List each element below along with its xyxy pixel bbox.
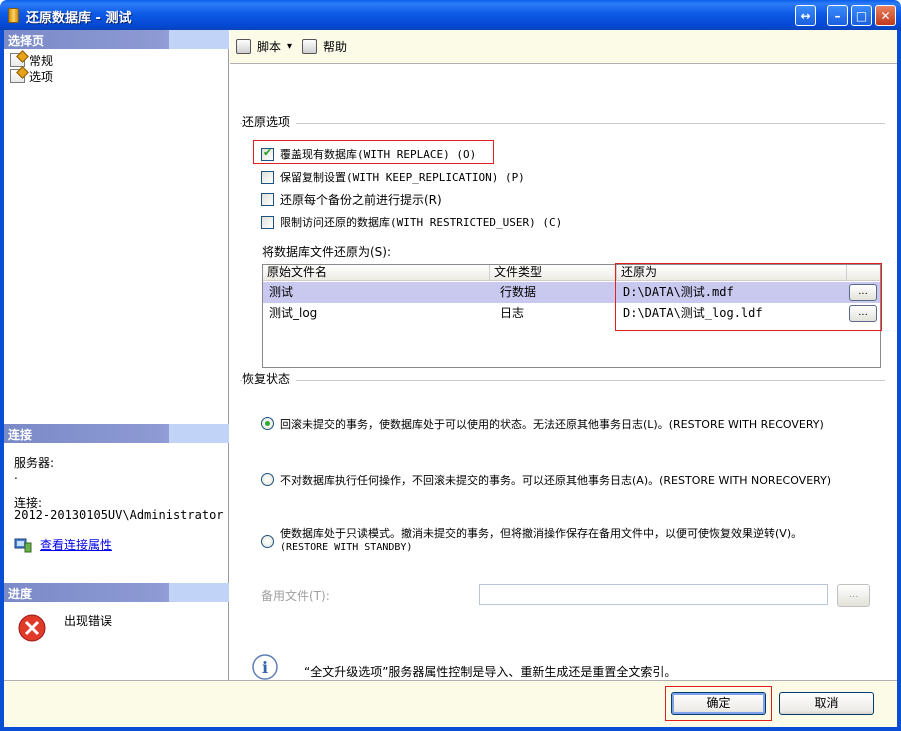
page-icon — [10, 69, 25, 83]
restricted-user-checkbox[interactable] — [261, 215, 274, 229]
progress-status: 出现错误 — [64, 614, 113, 628]
restore-files-label: 将数据库文件还原为(S): — [262, 245, 392, 259]
script-icon[interactable] — [236, 39, 251, 54]
keep-replication-label: 保留复制设置(WITH KEEP_REPLICATION) (P) — [280, 171, 525, 184]
script-button[interactable]: 脚本 — [257, 38, 281, 55]
window-frame-bottom — [0, 727, 901, 731]
keep-replication-checkbox-row[interactable]: 保留复制设置(WITH KEEP_REPLICATION) (P) — [261, 169, 525, 185]
prompt-before-restore-label: 还原每个备份之前进行提示(R) — [280, 193, 442, 207]
restore-with-norecovery-label: 不对数据库执行任何操作，不回滚未提交的事务。可以还原其他事务日志(A)。(RES… — [280, 474, 832, 487]
sidebar-item-label: 选项 — [29, 69, 54, 84]
right-pane: 脚本 ▾ 帮助 还原选项 覆盖现有数据库(WITH REPLACE) (O) 保… — [230, 30, 897, 680]
select-page-header: 选择页 — [4, 30, 229, 49]
connection-properties-icon — [14, 538, 32, 552]
divider — [240, 380, 885, 381]
restore-options-title: 还原选项 — [242, 113, 297, 130]
window-frame-right — [897, 30, 901, 731]
sidebar-item-label: 常规 — [29, 53, 54, 68]
recovery-option-row[interactable]: 回滚未提交的事务，使数据库处于可以使用的状态。无法还原其他事务日志(L)。(RE… — [261, 416, 824, 432]
connection-value: 2012-20130105UV\Administrator — [14, 508, 224, 522]
restore-with-standby-text: 使数据库处于只读模式。撤消未提交的事务，但将撤消操作保存在备用文件中，以便可使恢… — [280, 527, 802, 554]
prompt-before-restore-checkbox-row[interactable]: 还原每个备份之前进行提示(R) — [261, 191, 442, 208]
restore-with-standby-label: 使数据库处于只读模式。撤消未提交的事务，但将撤消操作保存在备用文件中，以便可使恢… — [280, 527, 803, 540]
button-bar: 确定 取消 — [4, 680, 897, 727]
restore-size-button[interactable]: ↔ — [795, 5, 816, 26]
restore-with-standby-radio[interactable] — [261, 535, 274, 548]
sidebar-item-options[interactable]: 选项 — [10, 68, 53, 84]
cell-original: 测试 — [269, 285, 294, 299]
connection-header: 连接 — [4, 424, 229, 443]
restricted-user-label: 限制访问还原的数据库(WITH RESTRICTED_USER) (C) — [280, 216, 563, 229]
standby-file-label: 备用文件(T): — [261, 589, 330, 603]
standby-file-input[interactable] — [479, 584, 828, 605]
highlight-box — [615, 263, 882, 331]
cell-type: 行数据 — [500, 285, 537, 299]
minimize-button[interactable]: – — [827, 5, 848, 26]
restricted-user-checkbox-row[interactable]: 限制访问还原的数据库(WITH RESTRICTED_USER) (C) — [261, 214, 562, 230]
info-icon: i — [252, 654, 278, 680]
divider — [240, 123, 885, 124]
options-content: 还原选项 覆盖现有数据库(WITH REPLACE) (O) 保留复制设置(WI… — [230, 63, 897, 680]
keep-replication-checkbox[interactable] — [261, 170, 274, 184]
view-connection-properties-link[interactable]: 查看连接属性 — [40, 536, 112, 553]
restore-with-recovery-radio[interactable] — [261, 417, 274, 430]
sidebar-item-general[interactable]: 常规 — [10, 52, 53, 68]
standby-option-row[interactable]: 使数据库处于只读模式。撤消未提交的事务，但将撤消操作保存在备用文件中，以便可使恢… — [261, 527, 802, 554]
error-icon — [18, 614, 46, 642]
page-icon — [10, 53, 25, 67]
help-button[interactable]: 帮助 — [323, 38, 347, 55]
info-text: “全文升级选项”服务器属性控制是导入、重新生成还是重置全文索引。 — [304, 665, 677, 679]
help-icon[interactable] — [302, 39, 318, 54]
left-pane: 选择页 常规 选项 连接 服务器: . 连接: 2012-20130105UV\… — [4, 30, 229, 680]
server-label: 服务器: — [14, 456, 55, 470]
highlight-box — [665, 686, 772, 721]
title-bar[interactable]: 还原数据库 - 测试 ↔ – □ ✕ — [0, 0, 901, 30]
toolbar: 脚本 ▾ 帮助 — [230, 30, 897, 63]
view-connection-properties[interactable]: 查看连接属性 — [14, 536, 112, 553]
cancel-button[interactable]: 取消 — [779, 692, 874, 715]
highlight-box — [253, 140, 494, 164]
column-file-type[interactable]: 文件类型 — [490, 265, 617, 281]
restore-with-norecovery-radio[interactable] — [261, 473, 274, 486]
maximize-button[interactable]: □ — [851, 5, 872, 26]
cell-type: 日志 — [500, 306, 525, 320]
prompt-before-restore-checkbox[interactable] — [261, 193, 274, 206]
column-original-name[interactable]: 原始文件名 — [263, 265, 490, 281]
close-button[interactable]: ✕ — [875, 5, 896, 26]
norecovery-option-row[interactable]: 不对数据库执行任何操作，不回滚未提交的事务。可以还原其他事务日志(A)。(RES… — [261, 472, 831, 488]
chevron-down-icon[interactable]: ▾ — [287, 41, 292, 52]
progress-header: 进度 — [4, 583, 229, 602]
restore-with-recovery-label: 回滚未提交的事务，使数据库处于可以使用的状态。无法还原其他事务日志(L)。(RE… — [280, 418, 824, 431]
recovery-state-title: 恢复状态 — [242, 370, 297, 387]
standby-browse-button[interactable]: ... — [837, 584, 870, 607]
cell-original: 测试_log — [269, 306, 318, 320]
restore-with-standby-label-line2: (RESTORE WITH STANDBY) — [280, 542, 413, 553]
svg-text:i: i — [262, 658, 268, 677]
database-icon — [8, 8, 19, 23]
server-value: . — [14, 468, 18, 482]
window-title: 还原数据库 - 测试 — [26, 11, 132, 26]
